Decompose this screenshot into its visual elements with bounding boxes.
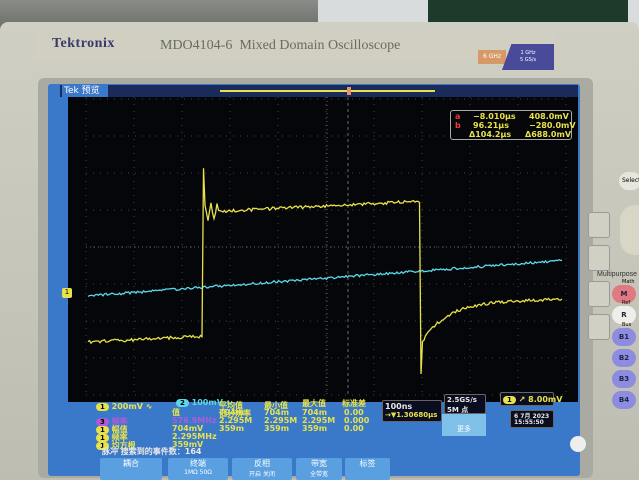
menu-title: 标签 <box>345 458 390 469</box>
record-bar <box>60 85 578 97</box>
trigger-level: 8.00mV <box>528 395 562 404</box>
ch1-ground-marker[interactable]: 1 <box>62 288 72 298</box>
menu-off-button[interactable] <box>570 436 586 452</box>
menu-button-3[interactable]: 带宽 全带宽 <box>296 458 342 480</box>
select-button[interactable]: Select <box>619 172 639 190</box>
menu-title: 终端 <box>168 458 228 469</box>
sample-rate: 2.5GS/s <box>447 396 477 404</box>
trigger-slope-icon: ↗ <box>519 395 526 404</box>
status-label: Tek 预览 <box>62 85 108 97</box>
cursor-readout: a −8.010μs 408.0mV b 96.21μs −280.0mV Δ1… <box>450 110 572 140</box>
datetime-readout: 6 7月 2023 15:55:50 <box>510 410 554 428</box>
menu-title: 反相 <box>232 458 292 469</box>
ch1-trace <box>88 168 562 374</box>
multipurpose-knob[interactable] <box>620 205 639 255</box>
cursor-a-volt: 408.0mV <box>529 112 569 121</box>
menu-title: 带宽 <box>296 458 342 469</box>
menu-title: 耦合 <box>100 458 162 469</box>
side-button-2[interactable] <box>588 245 610 271</box>
cursor-b-time: 96.21μs <box>473 121 509 130</box>
menu-value: 1MΩ 50Ω <box>168 469 228 476</box>
menu-value: 开启 关闭 <box>232 469 292 478</box>
measurement-max: 359m <box>302 424 327 433</box>
cursor-b-icon: b <box>455 121 461 130</box>
menu-button-2[interactable]: 反相 开启 关闭 <box>232 458 292 480</box>
timebase-readout[interactable]: 100ns →▼1.30680μs <box>382 400 442 422</box>
cursor-a-time: −8.010μs <box>473 112 516 121</box>
side-button-1[interactable] <box>588 212 610 238</box>
trigger-readout[interactable]: 1 ↗ 8.00mV <box>500 392 554 406</box>
timebase-scale: 100ns <box>385 402 412 411</box>
rf-bandwidth-badge: 6 GHz <box>478 50 506 64</box>
bus-button-b2[interactable]: B2 <box>612 349 636 367</box>
measurement-std: 0.00 <box>344 424 364 433</box>
menu-button-4[interactable]: 标签 <box>345 458 390 480</box>
measurement-min: 359m <box>264 424 289 433</box>
side-button-3[interactable] <box>588 281 610 307</box>
bus-button-b4[interactable]: B4 <box>612 391 636 409</box>
trigger-source: 1 <box>503 396 516 404</box>
cursor-delta-time: Δ104.2μs <box>469 130 511 139</box>
bus-button-b1[interactable]: B1 <box>612 328 636 346</box>
timebase-delay: →▼1.30680μs <box>385 411 437 419</box>
more-button[interactable]: 更多 <box>442 414 486 436</box>
measurement-mean: 359m <box>219 424 244 433</box>
multipurpose-label: Multipurpose <box>597 271 637 279</box>
waveform-graticule <box>68 97 578 402</box>
event-count: 脉冲 搜索到的事件数：164 <box>102 446 201 457</box>
cursor-a-icon: a <box>455 112 460 121</box>
cursor-delta-volt: Δ688.0mV <box>525 130 571 139</box>
bus-button-b3[interactable]: B3 <box>612 370 636 388</box>
waveform-display <box>68 97 578 402</box>
menu-value: 全带宽 <box>296 469 342 478</box>
menu-button-1[interactable]: 终端 1MΩ 50Ω <box>168 458 228 480</box>
time: 15:55:50 <box>514 419 544 426</box>
model-label: MDO4104-6 Mixed Domain Oscilloscope <box>160 38 400 54</box>
ch2-trace <box>88 260 562 297</box>
tektronix-logo: Tektronix <box>52 36 115 52</box>
acquisition-readout[interactable]: 2.5GS/s 5M 点 <box>444 394 486 414</box>
side-button-4[interactable] <box>588 314 610 340</box>
ch1-scale[interactable]: 1 200mV ∿ <box>96 402 152 411</box>
menu-button-0[interactable]: 耦合 <box>100 458 162 480</box>
cursor-b-volt: −280.0mV <box>529 121 576 130</box>
